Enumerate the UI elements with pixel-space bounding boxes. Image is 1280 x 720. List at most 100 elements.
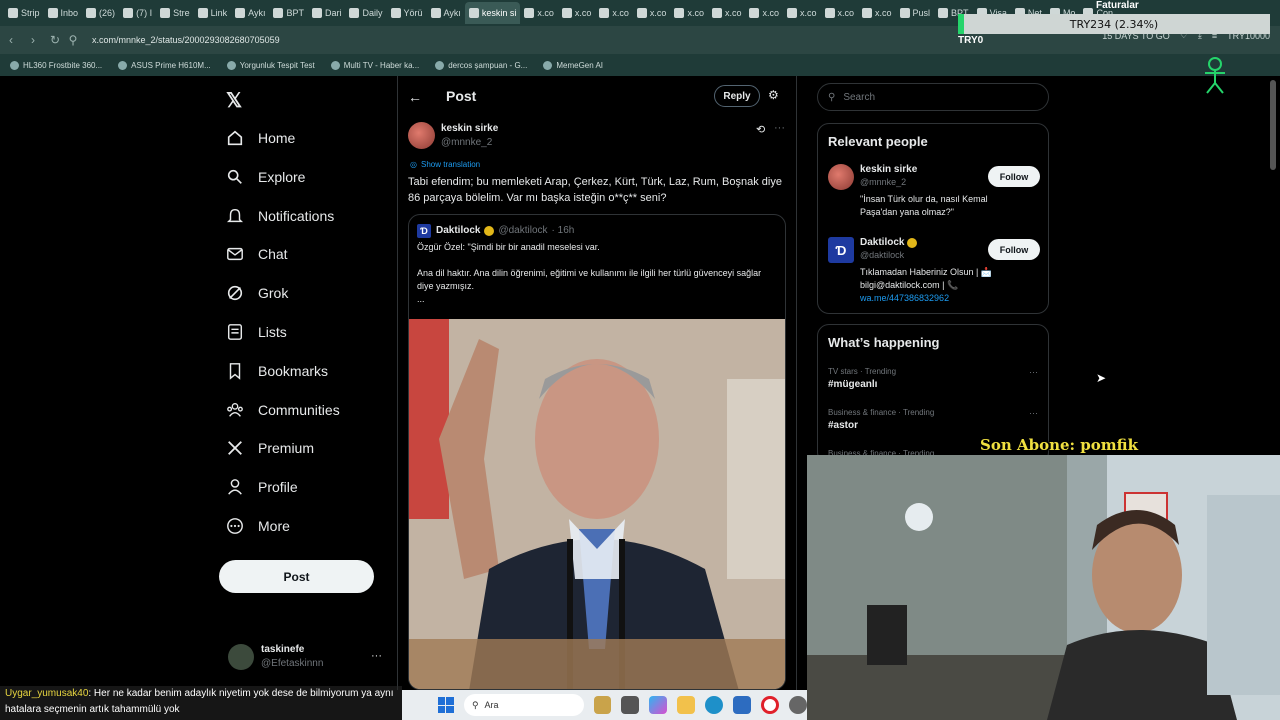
quote-image[interactable] <box>409 319 785 689</box>
nav-item-lists[interactable]: Lists <box>226 317 287 347</box>
bookmark-label: HL360 Frostbite 360... <box>23 60 103 70</box>
nav-item-chat[interactable]: Chat <box>226 239 288 269</box>
quoted-post[interactable]: Ɗ Daktilock @daktilock · 16h Özgür Özel:… <box>408 214 786 690</box>
nav-item-more[interactable]: More <box>226 511 290 541</box>
game-icon[interactable] <box>593 696 612 714</box>
person-item[interactable]: keskin sirke @mnnke_2 "İnsan Türk olur d… <box>828 164 1040 224</box>
back-icon[interactable]: ‹ <box>0 29 22 51</box>
folder-icon[interactable] <box>677 696 696 714</box>
person-name: Daktilock <box>860 237 905 248</box>
settings-icon[interactable] <box>789 696 808 714</box>
edge-icon[interactable] <box>705 696 724 714</box>
show-translation-link[interactable]: ◎ Show translation <box>410 160 480 169</box>
browser-tab[interactable]: BPT <box>269 2 308 24</box>
browser-tab[interactable]: Pusl <box>896 2 935 24</box>
browser-tab[interactable]: x.co <box>520 2 558 24</box>
nav-item-label: Profile <box>258 479 298 496</box>
author-name[interactable]: keskin sirke <box>441 123 498 134</box>
more-icon[interactable]: ··· <box>1029 367 1038 377</box>
page-scrollbar[interactable] <box>1270 80 1276 170</box>
bookmark-item[interactable]: ASUS Prime H610M... <box>118 60 211 70</box>
bookmark-item[interactable]: HL360 Frostbite 360... <box>10 60 103 70</box>
browser-tab[interactable]: Yörü <box>387 2 427 24</box>
mascot-icon <box>1205 57 1225 94</box>
windows-start-icon[interactable] <box>438 697 454 713</box>
browser-tab[interactable]: Aykı <box>231 2 269 24</box>
person-item[interactable]: Ɗ Daktilock @daktilock Tıklamadan Haberi… <box>828 237 1040 312</box>
nav-item-communities[interactable]: Communities <box>226 395 340 425</box>
verified-badge-icon <box>907 237 918 248</box>
trend-item[interactable]: Business & finance · Trending #astor ··· <box>828 408 1040 431</box>
person-handle: @daktilock <box>860 250 905 260</box>
search-icon <box>227 169 242 184</box>
nav-item-explore[interactable]: Explore <box>226 162 305 192</box>
nav-item-notifications[interactable]: Notifications <box>226 201 334 231</box>
nav-item-label: Bookmarks <box>258 362 329 379</box>
browser-tab[interactable]: x.co <box>670 2 708 24</box>
copilot-icon[interactable] <box>649 696 668 714</box>
nav-item-bookmarks[interactable]: Bookmarks <box>226 356 328 386</box>
person-link[interactable]: wa.me/447386832962 <box>860 293 949 303</box>
more-icon[interactable]: ··· <box>371 650 382 662</box>
browser-tab[interactable]: keskin si <box>464 2 521 24</box>
nav-item-profile[interactable]: Profile <box>226 472 298 502</box>
more-icon[interactable]: ··· <box>774 122 785 134</box>
bookmark-item[interactable]: Multi TV - Haber ka... <box>330 60 419 70</box>
browser-tab[interactable]: x.co <box>745 2 783 24</box>
search-input[interactable]: ⚲ Search <box>817 83 1049 111</box>
browser-tab[interactable]: Inbo <box>44 2 83 24</box>
tab-favicon-icon <box>636 8 647 18</box>
browser-tab[interactable]: Link <box>194 2 232 24</box>
author-avatar[interactable] <box>408 122 435 149</box>
browser-tab[interactable]: Daily <box>345 2 386 24</box>
nav-item-home[interactable]: Home <box>226 123 295 153</box>
post-button[interactable]: Post <box>219 560 374 593</box>
browser-tab[interactable]: x.co <box>595 2 633 24</box>
account-switcher[interactable]: taskinefe @Efetaskinnn ··· <box>226 642 386 674</box>
taskbar-search-input[interactable]: ⚲ Ara <box>463 694 584 716</box>
ticker-sub: TRY0 <box>958 35 984 46</box>
grok-icon[interactable]: ⟲ <box>756 123 765 136</box>
opera-icon[interactable] <box>761 696 780 714</box>
nav-item-premium[interactable]: Premium <box>226 433 314 463</box>
browser-tab[interactable]: (26) <box>82 2 119 24</box>
store-icon[interactable] <box>733 696 752 714</box>
author-handle[interactable]: @mnnke_2 <box>441 137 492 148</box>
browser-tab[interactable]: x.co <box>558 2 596 24</box>
forward-icon[interactable]: › <box>22 29 44 51</box>
follow-button[interactable]: Follow <box>988 239 1040 260</box>
nav-item-grok[interactable]: Grok <box>226 278 288 308</box>
verified-badge-icon <box>484 225 495 236</box>
browser-tab[interactable]: Dari <box>308 2 346 24</box>
avatar <box>228 644 254 670</box>
browser-tab[interactable]: x.co <box>708 2 746 24</box>
browser-tab[interactable]: Aykı <box>427 2 465 24</box>
more-icon[interactable]: ··· <box>1029 408 1038 418</box>
follow-button[interactable]: Follow <box>988 166 1040 187</box>
bookmark-item[interactable]: MemeGen AI <box>543 60 603 70</box>
account-handle: @Efetaskinnn <box>261 658 324 669</box>
account-name: taskinefe <box>261 644 305 655</box>
browser-tab[interactable]: x.co <box>858 2 896 24</box>
browser-tab[interactable]: Strip <box>4 2 44 24</box>
site-info-icon[interactable]: ⚲ <box>66 29 80 51</box>
x-logo-icon[interactable]: 𝕏 <box>226 88 242 113</box>
url-field[interactable]: x.com/mnnke_2/status/2000293082680705059 <box>92 35 280 45</box>
browser-tab[interactable]: Stre <box>156 2 194 24</box>
bookmark-item[interactable]: dercos şampuan - G... <box>435 60 527 70</box>
tab-favicon-icon <box>561 8 572 18</box>
browser-tab[interactable]: x.co <box>633 2 671 24</box>
reload-icon[interactable]: ↻ <box>44 29 66 51</box>
tab-favicon-icon <box>47 8 58 18</box>
browser-tab[interactable]: x.co <box>783 2 821 24</box>
ticker-label: Faturalar <box>1096 0 1139 11</box>
bookmark-item[interactable]: Yorgunluk Tespit Test <box>226 60 315 70</box>
trend-item[interactable]: TV stars · Trending #mügeanlı ··· <box>828 367 1040 390</box>
reply-button[interactable]: Reply <box>714 85 760 107</box>
browser-tab[interactable]: (7) I <box>119 2 156 24</box>
task-view-icon[interactable] <box>621 696 640 714</box>
back-arrow-icon[interactable]: ← <box>408 89 422 105</box>
avatar <box>828 164 854 190</box>
browser-tab[interactable]: x.co <box>821 2 859 24</box>
filter-icon[interactable]: ⚙ <box>768 88 779 102</box>
